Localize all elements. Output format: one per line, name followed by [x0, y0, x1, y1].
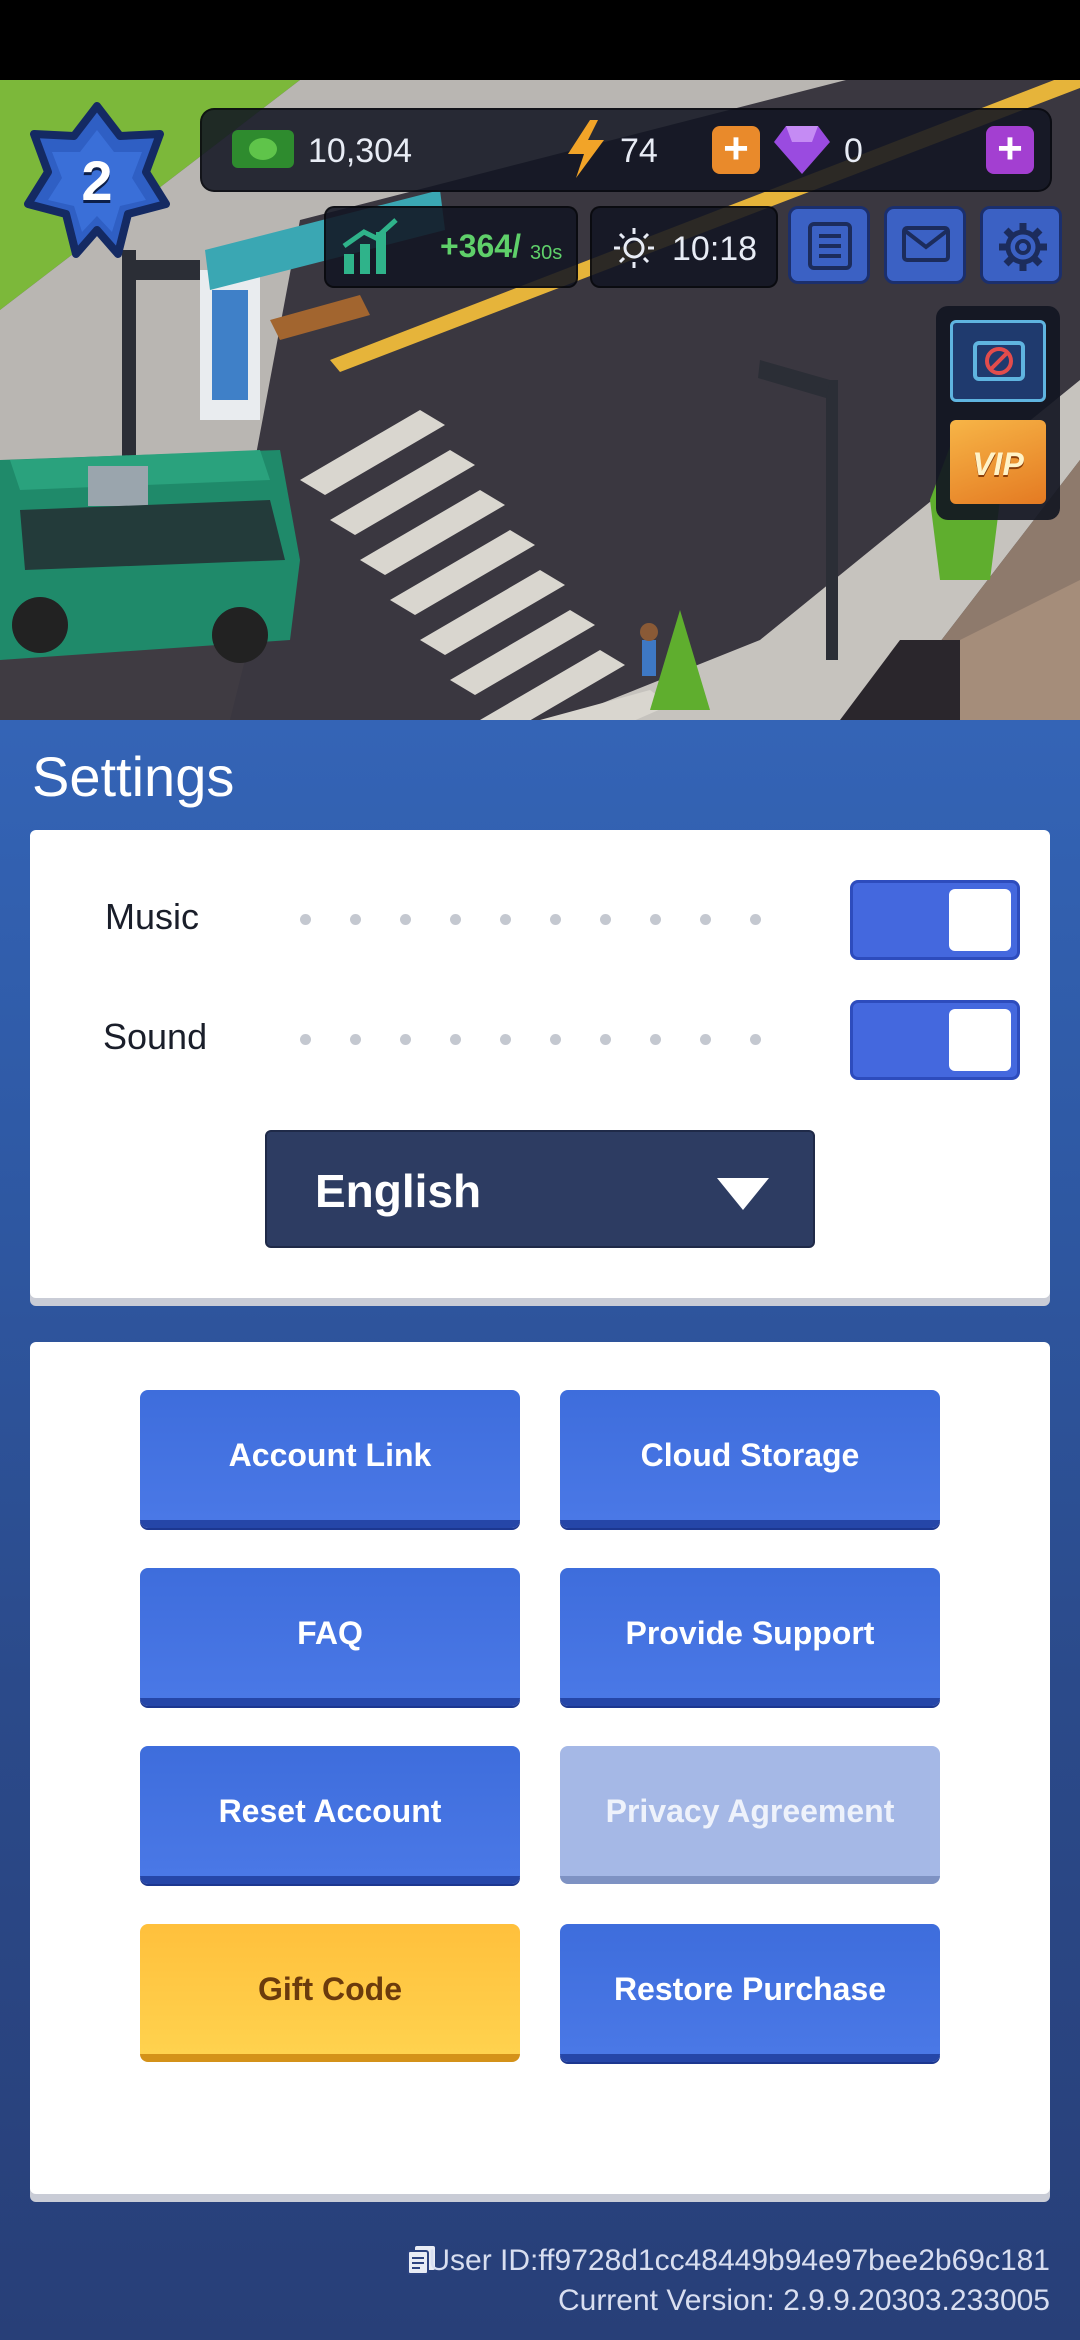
sound-label: Sound: [103, 1016, 208, 1057]
income-display[interactable]: +364/30s: [324, 206, 578, 288]
version-text: Current Version: 2.9.9.20303.233005: [557, 2284, 1050, 2317]
account-link-button[interactable]: Account Link: [140, 1390, 520, 1528]
chart-up-icon: [342, 218, 398, 274]
vip-button[interactable]: VIP: [950, 420, 1046, 504]
add-energy-button[interactable]: +: [712, 126, 760, 174]
gear-icon: [999, 223, 1047, 271]
gem-amount: 0: [844, 132, 863, 170]
music-dots-divider: [300, 914, 780, 928]
privacy-agreement-button[interactable]: Privacy Agreement: [560, 1746, 940, 1884]
gift-code-button[interactable]: Gift Code: [140, 1924, 520, 2062]
level-badge[interactable]: 2: [22, 100, 172, 270]
restore-purchase-button[interactable]: Restore Purchase: [560, 1924, 940, 2062]
resource-bar: 10,304 74 + 0 +: [200, 108, 1052, 192]
status-bar: [0, 0, 1080, 80]
add-gems-button[interactable]: +: [986, 126, 1034, 174]
no-ads-icon: [973, 341, 1025, 381]
cash-amount: 10,304: [308, 132, 412, 170]
cash-icon: [232, 130, 294, 168]
settings-button[interactable]: [980, 206, 1062, 284]
sun-icon: [614, 228, 654, 268]
sound-toggle-knob: [949, 1009, 1011, 1071]
music-toggle[interactable]: [850, 880, 1020, 960]
music-label: Music: [105, 896, 200, 937]
clock-time: 10:18: [672, 230, 758, 268]
faq-button[interactable]: FAQ: [140, 1568, 520, 1706]
provide-support-button[interactable]: Provide Support: [560, 1568, 940, 1706]
time-display: 10:18: [590, 206, 778, 288]
income-rate: +364/: [440, 228, 521, 264]
language-value: English: [315, 1165, 482, 1217]
level-number: 2: [81, 149, 113, 212]
music-toggle-knob: [949, 889, 1011, 951]
sound-dots-divider: [300, 1034, 780, 1048]
sound-toggle[interactable]: [850, 1000, 1020, 1080]
no-ads-button[interactable]: [950, 320, 1046, 402]
vip-label: VIP: [972, 446, 1024, 482]
language-select[interactable]: English: [265, 1130, 815, 1248]
user-id-text[interactable]: User ID:ff9728d1cc48449b94e97bee2b69c181: [428, 2244, 1050, 2278]
mail-icon: [902, 226, 950, 262]
mail-button[interactable]: [884, 206, 966, 284]
lightning-icon: [568, 120, 604, 178]
chevron-down-icon: [717, 1178, 769, 1210]
list-icon: [808, 222, 852, 270]
gem-icon: [774, 126, 830, 174]
task-list-button[interactable]: [788, 206, 870, 284]
side-panel: VIP: [936, 306, 1060, 520]
energy-amount: 74: [620, 132, 658, 170]
income-unit: 30s: [530, 242, 563, 264]
cloud-storage-button[interactable]: Cloud Storage: [560, 1390, 940, 1528]
reset-account-button[interactable]: Reset Account: [140, 1746, 520, 1884]
settings-title: Settings: [32, 745, 235, 808]
